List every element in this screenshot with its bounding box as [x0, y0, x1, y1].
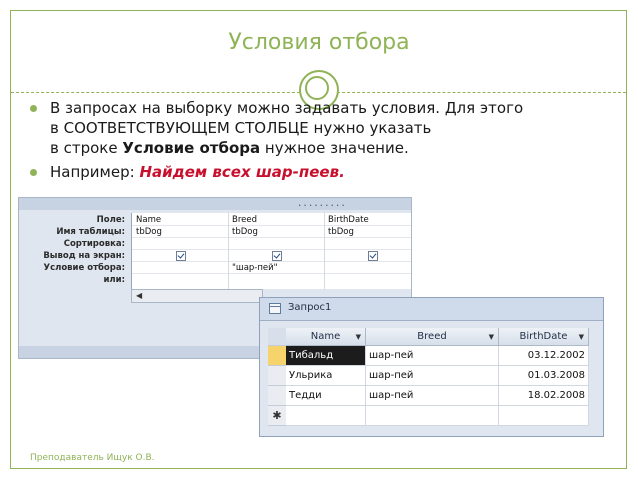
table-row[interactable]: Тибальд шар-пей 03.12.2002 — [286, 346, 603, 366]
bullet-list: В запросах на выборку можно задавать усл… — [28, 98, 618, 182]
column-header-name[interactable]: Name ▼ — [286, 328, 366, 346]
field-cell[interactable]: Breed — [232, 214, 257, 226]
resize-handle-icon[interactable]: ......... — [297, 199, 346, 209]
bullet-line: в строке Условие отбора нужное значение. — [50, 139, 409, 157]
criteria-row-term: Условие отбора — [122, 139, 261, 157]
new-record-row[interactable] — [286, 406, 603, 426]
design-grid[interactable]: Name tbDog Breed tbDog "шар-пей" BirthDa… — [131, 213, 411, 289]
bullet-dot-icon — [30, 169, 37, 176]
show-checkbox[interactable] — [368, 251, 378, 261]
row-selector[interactable] — [268, 346, 286, 366]
cell-name[interactable]: Тедди — [286, 386, 366, 406]
slide-footer: Преподаватель Ищук О.В. — [30, 453, 155, 463]
dropdown-arrow-icon[interactable]: ▼ — [356, 328, 361, 346]
cell-breed[interactable]: шар-пей — [366, 366, 499, 386]
field-cell[interactable]: BirthDate — [328, 214, 369, 226]
cell-birthdate[interactable] — [499, 406, 589, 426]
bullet-line: в СООТВЕТСТВУЮЩЕМ СТОЛБЦЕ нужно указать — [50, 119, 432, 137]
bullet-dot-icon — [30, 105, 37, 112]
row-label-criteria: Условие отбора: — [43, 263, 125, 273]
design-column-birthdate[interactable]: BirthDate tbDog — [324, 213, 411, 289]
row-label-field: Поле: — [96, 215, 125, 225]
select-all-corner[interactable] — [268, 328, 286, 346]
column-header-birthdate[interactable]: BirthDate ▼ — [499, 328, 589, 346]
slide-title: Условия отбора — [228, 30, 410, 55]
cell-breed[interactable]: шар-пей — [366, 386, 499, 406]
example-emphasis: Найдем всех шар-пеев. — [139, 163, 345, 181]
cell-breed[interactable]: шар-пей — [366, 346, 499, 366]
cell-name[interactable]: Тибальд — [286, 346, 366, 366]
cell-birthdate[interactable]: 03.12.2002 — [499, 346, 589, 366]
dropdown-arrow-icon[interactable]: ▼ — [579, 328, 584, 346]
row-selector[interactable] — [268, 366, 286, 386]
design-column-name[interactable]: Name tbDog — [132, 213, 229, 289]
criteria-cell[interactable]: "шар-пей" — [232, 262, 278, 274]
cell-breed[interactable] — [366, 406, 499, 426]
table-row[interactable]: Тедди шар-пей 18.02.2008 — [286, 386, 603, 406]
result-window-titlebar[interactable]: Запрос1 — [260, 298, 603, 321]
table-pane-divider[interactable]: ......... — [19, 198, 411, 210]
slide: Условия отбора В запросах на выборку мож… — [0, 0, 638, 479]
row-label-or: или: — [103, 275, 125, 285]
cell-birthdate[interactable]: 18.02.2008 — [499, 386, 589, 406]
column-header-breed[interactable]: Breed ▼ — [366, 328, 499, 346]
cell-name[interactable]: Ульрика — [286, 366, 366, 386]
row-label-show: Вывод на экран: — [43, 251, 125, 261]
table-row[interactable]: Ульрика шар-пей 01.03.2008 — [286, 366, 603, 386]
design-column-breed[interactable]: Breed tbDog "шар-пей" — [228, 213, 325, 289]
new-record-marker-icon[interactable]: ✱ — [268, 406, 286, 426]
show-checkbox[interactable] — [176, 251, 186, 261]
cell-name[interactable] — [286, 406, 366, 426]
table-cell[interactable]: tbDog — [232, 226, 258, 238]
row-label-sort: Сортировка: — [63, 239, 125, 249]
show-checkbox[interactable] — [272, 251, 282, 261]
design-row-labels: Поле: Имя таблицы: Сортировка: Вывод на … — [19, 214, 129, 286]
cell-birthdate[interactable]: 01.03.2008 — [499, 366, 589, 386]
dropdown-arrow-icon[interactable]: ▼ — [489, 328, 494, 346]
row-label-table: Имя таблицы: — [56, 227, 125, 237]
scroll-left-icon[interactable]: ◀ — [136, 291, 142, 300]
query-icon — [269, 303, 281, 314]
table-cell[interactable]: tbDog — [136, 226, 162, 238]
horizontal-scrollbar[interactable]: ◀ — [131, 289, 263, 303]
bullet-item-conditions: В запросах на выборку можно задавать усл… — [28, 98, 618, 158]
result-window-title: Запрос1 — [288, 302, 332, 313]
bullet-item-example: Например: Найдем всех шар-пеев. — [28, 162, 618, 182]
bullet-line: В запросах на выборку можно задавать усл… — [50, 99, 524, 117]
query-result-window: Запрос1 Name ▼ Breed ▼ BirthDate ▼ Тибальд … — [259, 297, 604, 437]
row-selector[interactable] — [268, 386, 286, 406]
table-cell[interactable]: tbDog — [328, 226, 354, 238]
field-cell[interactable]: Name — [136, 214, 161, 226]
